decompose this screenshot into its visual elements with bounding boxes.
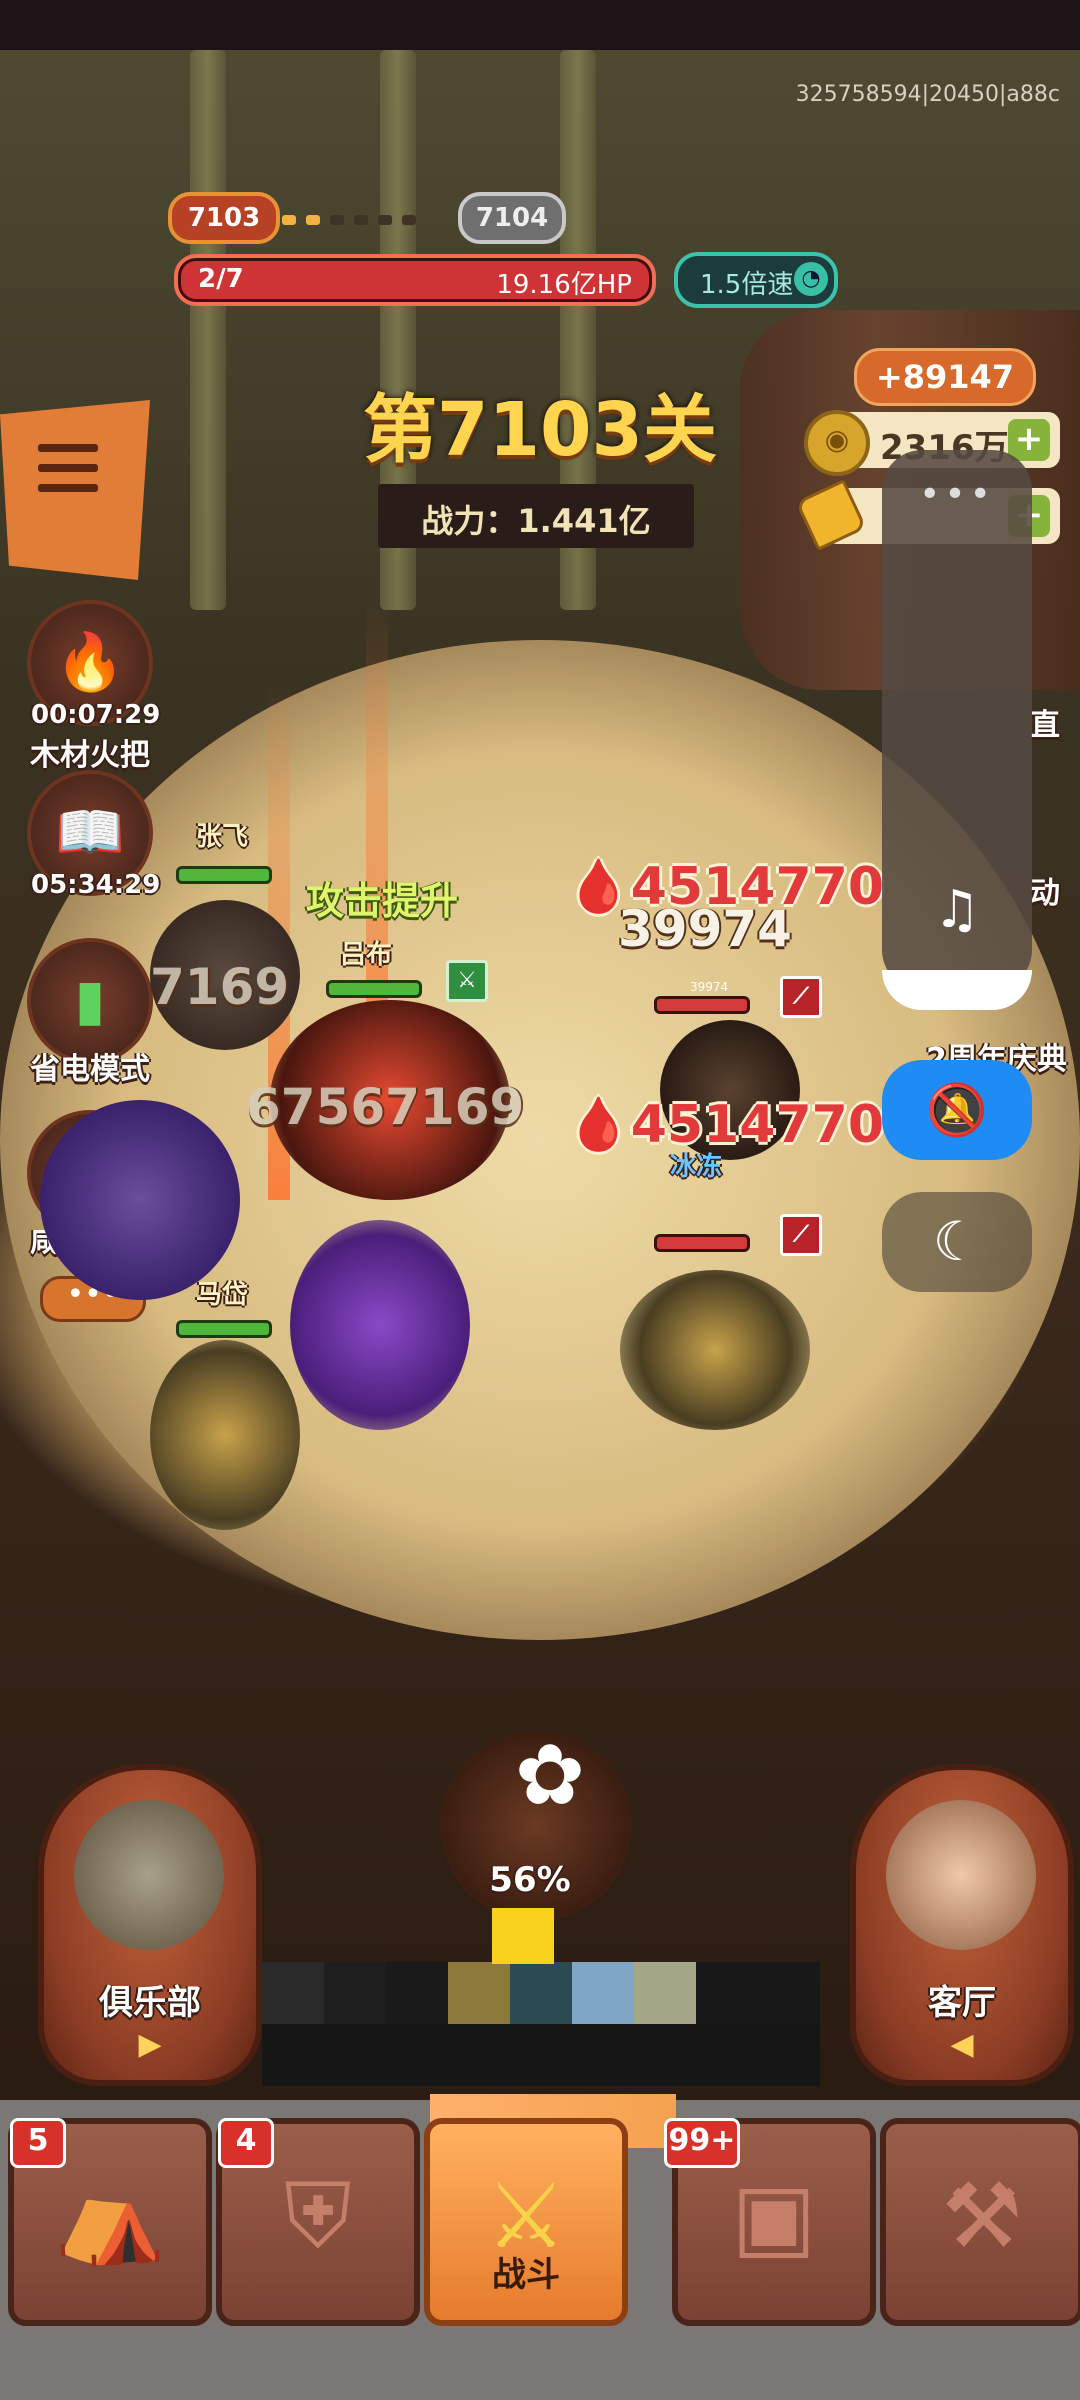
coin-icon: ◉ — [804, 410, 870, 476]
tab-battle[interactable]: ⚔ 战斗 — [424, 2118, 628, 2326]
damage-number: 7169 — [150, 958, 290, 1016]
arrow-left-icon: ◀ — [950, 2027, 974, 2062]
owl-icon — [74, 1800, 224, 1950]
notification-badge: 4 — [218, 2118, 274, 2168]
damage-number: 67567169 — [246, 1078, 525, 1136]
battery-icon: ▮ — [74, 968, 106, 1033]
next-level-pill: 7104 — [458, 192, 566, 244]
lounge-label: 客厅 — [928, 1983, 996, 2023]
hero-name: 马岱 — [196, 1280, 249, 1310]
hero-name: 张飞 — [196, 822, 249, 852]
enemy-hp-bar — [654, 996, 750, 1014]
chat-bar[interactable] — [262, 1962, 820, 2086]
potion-percent: 56% — [489, 1860, 571, 1900]
pixel-block — [492, 1908, 554, 1964]
status-bar — [0, 0, 1080, 50]
damage-number: 🩸4514770 — [566, 1095, 885, 1155]
club-button[interactable]: 俱乐部 ▶ — [38, 1764, 262, 2086]
backpack-icon: ⛺ — [53, 2164, 167, 2269]
claw-icon: ⟋ — [780, 976, 822, 1018]
session-id: 325758594|20450|a88c — [795, 82, 1060, 107]
hero-hooded[interactable] — [290, 1220, 470, 1430]
stage-title: 第7103关 — [363, 387, 717, 473]
boss-hp-bar: 2/7 19.16亿HP — [174, 254, 656, 306]
boss-hp-value: 19.16亿HP — [496, 270, 632, 300]
bamboo-pole — [190, 50, 226, 610]
flower-icon: ✿ — [514, 1726, 586, 1824]
chest-icon: ▣ — [731, 2164, 817, 2269]
music-note-icon[interactable]: ♫ — [882, 880, 1032, 940]
more-options-icon[interactable]: ••• — [882, 474, 1032, 515]
character-face-icon — [886, 1800, 1036, 1950]
hero-hp-bar — [176, 866, 272, 884]
arrow-right-icon: ▶ — [138, 2027, 162, 2062]
hero-shielded[interactable] — [40, 1100, 240, 1300]
torch-timer: 00:07:29 — [31, 700, 161, 730]
notification-badge: 99+ — [664, 2118, 740, 2168]
club-label: 俱乐部 — [99, 1983, 201, 2023]
lounge-button[interactable]: 客厅 ◀ — [850, 1764, 1074, 2086]
damage-tiny: 39974 — [690, 980, 729, 994]
level-progress — [282, 210, 452, 225]
chat-icon — [262, 1962, 324, 2024]
tab-armor[interactable]: ⛨ 4 — [216, 2118, 420, 2326]
speedometer-icon: ◔ — [794, 262, 828, 296]
claw-icon: ⟋ — [780, 1214, 822, 1256]
side-item-torch[interactable]: 🔥 00:07:29 木材火把 — [20, 600, 160, 774]
side-item-label: 省电模式 — [30, 1052, 150, 1087]
enemy-status: 冰冻 — [670, 1152, 723, 1182]
floating-panel: ••• ♫ — [882, 450, 1032, 1010]
enemy-hp-bar — [654, 1234, 750, 1252]
side-item-label: 木材火把 — [30, 738, 150, 773]
hero-madai[interactable] — [150, 1340, 300, 1530]
notification-badge: 5 — [10, 2118, 66, 2168]
power-box: 战力：1.441亿 — [378, 484, 694, 548]
mute-bell-icon[interactable]: 🔕 — [882, 1060, 1032, 1160]
power-text: 战力：1.441亿 — [421, 502, 651, 540]
side-item-book[interactable]: 📖 05:34:29 — [20, 770, 160, 900]
buff-text: 攻击提升 — [306, 879, 459, 923]
tab-backpack[interactable]: ⛺ 5 — [8, 2118, 212, 2326]
enemy-frozen[interactable] — [620, 1270, 810, 1430]
tab-map[interactable]: ⚒ — [880, 2118, 1080, 2326]
armor-icon: ⛨ — [284, 2164, 352, 2269]
map-icon: ⚒ — [941, 2164, 1023, 2269]
tab-chest[interactable]: ▣ 99+ — [664, 2118, 876, 2326]
moon-icon[interactable]: ☾ — [882, 1192, 1032, 1292]
speed-button[interactable]: 1.5倍速 ◔ — [674, 252, 838, 308]
tab-battle-label: 战斗 — [492, 2255, 560, 2295]
speed-label: 1.5倍速 — [700, 270, 794, 300]
hero-hp-bar — [176, 1320, 272, 1338]
hero-hp-bar — [326, 980, 422, 998]
side-item-power-save[interactable]: ▮ 省电模式 — [20, 938, 160, 1088]
hero-name: 吕布 — [340, 940, 393, 970]
book-timer: 05:34:29 — [31, 870, 161, 900]
damage-number: 39974 — [618, 900, 792, 958]
wave-counter: 2/7 — [198, 264, 244, 294]
menu-icon[interactable] — [38, 444, 98, 504]
sword-icon: ⚔ — [446, 960, 488, 1002]
current-level-pill: 7103 — [168, 192, 280, 244]
panel-footer — [882, 970, 1032, 1010]
right-label[interactable]: 直 — [1030, 700, 1060, 744]
gain-bubble: +89147 — [854, 348, 1036, 406]
add-coins-button[interactable]: + — [1008, 419, 1050, 461]
right-label[interactable]: 动 — [1030, 868, 1060, 912]
